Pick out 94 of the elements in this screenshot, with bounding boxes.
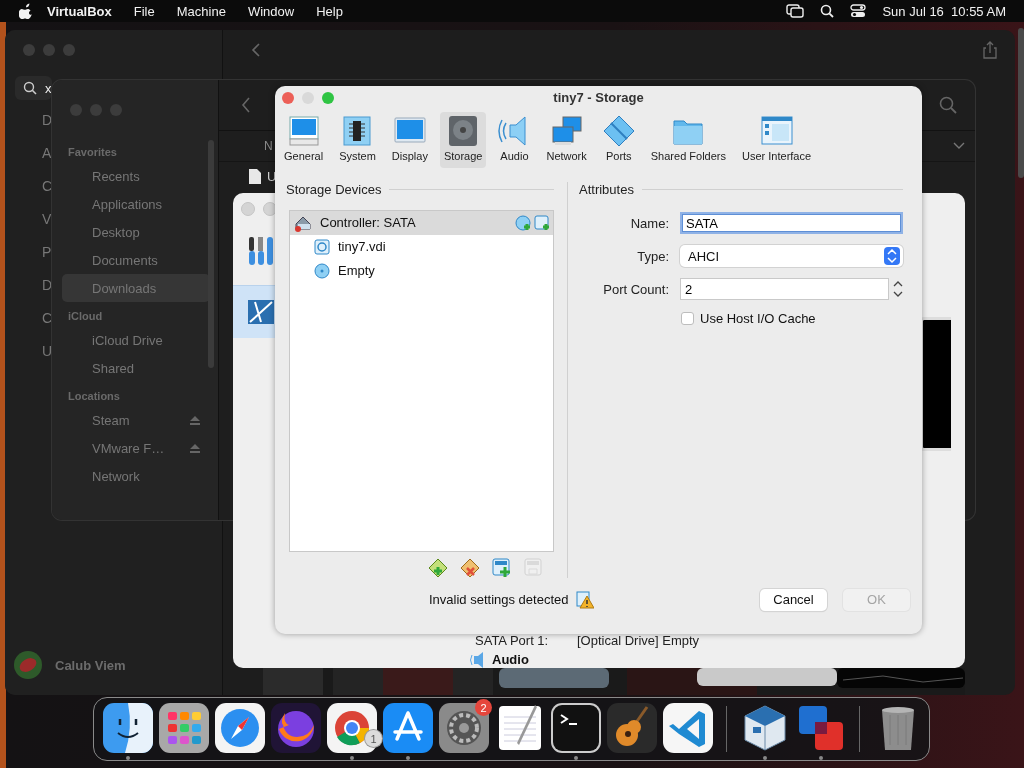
compass-icon[interactable] [215,703,265,753]
stepper-arrows-icon [884,247,900,266]
sidebar-item[interactable]: C [42,178,53,194]
scrollbar[interactable] [1018,28,1024,178]
back-icon[interactable] [241,97,251,113]
terminal-icon[interactable] [551,703,601,753]
sidebar-heading: Favorites [67,145,118,160]
detail-value: [Optical Drive] Empty [577,632,700,648]
menu-item[interactable]: Window [236,3,306,19]
clock-text: Sun Jul 16 10:55 AM [882,3,1006,19]
tools-icon[interactable] [248,235,275,267]
connector-icon [602,115,635,148]
sidebar-item[interactable]: C [42,310,53,326]
gear-icon[interactable] [439,703,489,753]
eject-icon[interactable] [190,415,200,425]
menu-item[interactable]: File [122,3,166,19]
tree-item[interactable]: tiny7.vdi [290,234,553,259]
number-field[interactable]: 2 [680,278,889,301]
guitar-icon[interactable] [607,703,657,753]
eject-icon[interactable] [190,443,200,453]
tree-item[interactable]: Controller: SATA [290,210,553,235]
notification-badge: 2 [475,699,492,716]
column-header[interactable]: N [264,139,273,153]
avatar-icon[interactable] [13,650,43,680]
sidebar-item[interactable]: P [42,244,52,260]
add-controller-icon[interactable] [428,557,448,578]
detail-label: SATA Port 1: [475,632,550,648]
sidebar-item[interactable]: D [42,112,53,128]
document-icon [249,168,261,184]
settings-tab[interactable]: General [280,112,328,168]
search-icon [23,81,37,95]
field-label: Type: [636,248,669,264]
notification-badge: 1 [365,730,382,747]
user-name: Calub Viem [55,657,126,673]
chevron-down-icon[interactable] [953,142,965,150]
checkbox[interactable] [681,312,694,326]
monitor-icon [287,115,320,148]
settings-tab[interactable]: Network [542,112,591,168]
app-menu[interactable]: VirtualBox [33,3,123,19]
sidebar-heading: Locations [67,389,121,404]
disc-icon [314,262,330,279]
back-icon[interactable] [251,43,261,57]
window-control[interactable] [282,92,294,104]
add-disc-icon[interactable] [515,214,531,231]
settings-tab[interactable]: System [335,112,380,168]
field-label: Port Count: [602,281,669,297]
text-field[interactable]: SATA [680,212,903,235]
code-editor-icon[interactable] [663,703,713,753]
spinner-arrows-icon[interactable] [893,280,903,299]
settings-tab[interactable]: Ports [598,112,639,168]
toggle-switches-icon[interactable] [850,4,867,18]
settings-tab[interactable]: Storage [439,112,487,168]
sidebar-item[interactable]: A [42,145,52,161]
sidebar-item[interactable]: U [42,343,53,359]
settings-tab[interactable]: User Interface [738,112,816,168]
store-icon[interactable] [383,703,433,753]
section-heading: Storage Devices [286,182,382,198]
menu-item[interactable]: Machine [165,3,237,19]
ring-icon[interactable] [327,703,377,753]
vm-list-item[interactable] [233,285,275,338]
settings-tab[interactable]: Audio [494,112,535,168]
speaker-icon [470,652,486,668]
settings-tab[interactable]: Display [387,112,432,168]
share-icon[interactable] [983,41,997,59]
warning-message: Invalid settings detected [429,592,569,608]
window-icon [760,115,793,148]
sidebar-item[interactable]: V [42,211,52,227]
fox-globe-icon[interactable] [271,703,321,753]
monitors-icon [550,115,583,148]
section-heading: Attributes [579,182,634,198]
remove-controller-icon[interactable] [460,557,480,578]
section-heading: Audio [492,652,529,667]
window-control[interactable] [322,92,334,104]
warning-icon[interactable] [576,590,595,609]
overlapping-squares-icon[interactable] [796,703,846,753]
window-title: tiny7 - Storage [553,90,644,106]
smiling-face-icon[interactable] [103,703,153,753]
search-icon[interactable] [820,4,835,18]
sidebar-heading: iCloud [67,309,104,324]
file-name[interactable]: U [267,168,277,184]
window-stack-icon[interactable] [786,4,805,18]
app-grid-icon[interactable] [159,703,209,753]
menu-item[interactable]: Help [305,3,354,19]
os-logo-icon [247,297,275,327]
settings-tab[interactable]: Shared Folders [646,112,730,168]
chip-icon [341,115,374,148]
sidebar-item[interactable]: D [42,277,53,293]
dropdown[interactable]: AHCI [680,245,903,268]
dialog-button[interactable]: Cancel [760,588,827,611]
apple-logo-icon[interactable] [19,3,33,19]
field-label: Name: [629,215,669,231]
checkbox-label[interactable]: Use Host I/O Cache [700,311,816,327]
tree-item[interactable]: Empty [290,258,553,283]
search-field[interactable]: x [15,76,52,100]
